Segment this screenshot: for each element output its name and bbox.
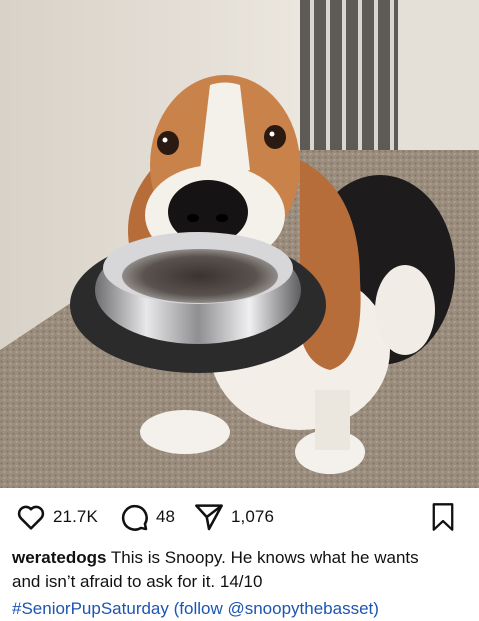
- comment-button[interactable]: 48: [118, 497, 175, 537]
- share-count: 1,076: [231, 507, 275, 526]
- comment-bubble-icon: [121, 504, 148, 531]
- post-action-bar: 21.7K 48 1,076: [0, 497, 479, 537]
- bookmark-icon: [432, 503, 454, 531]
- share-button[interactable]: 1,076: [193, 497, 274, 537]
- heart-icon: [17, 505, 45, 530]
- caption-hashtags[interactable]: #SeniorPupSaturday (follow @snoopythebas…: [12, 597, 379, 621]
- paper-plane-icon: [195, 504, 223, 531]
- post-image[interactable]: [0, 0, 479, 488]
- save-button[interactable]: [425, 499, 461, 535]
- caption-text-line1: This is Snoopy. He knows what he wants: [110, 548, 419, 567]
- caption-text-line2: and isn’t afraid to ask for it. 14/10: [12, 572, 263, 591]
- username-link[interactable]: weratedogs: [12, 548, 106, 567]
- like-button[interactable]: 21.7K: [15, 497, 98, 537]
- post-caption: weratedogs This is Snoopy. He knows what…: [12, 546, 472, 594]
- dog-photo: [0, 0, 479, 488]
- like-count: 21.7K: [53, 507, 98, 526]
- comment-count: 48: [156, 507, 176, 526]
